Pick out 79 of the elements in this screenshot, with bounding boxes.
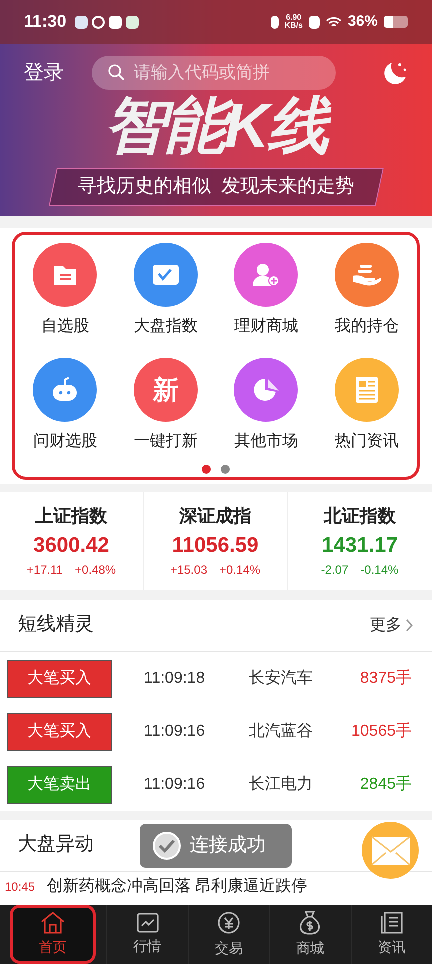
tab-item[interactable]: 交易 bbox=[188, 905, 270, 964]
signal-tag: 大笔买入 bbox=[7, 712, 112, 750]
shortcut-label: 自选股 bbox=[41, 316, 90, 337]
document-icon bbox=[378, 911, 405, 935]
news-time: 10:45 bbox=[5, 879, 36, 896]
trade-volume: 2845手 bbox=[360, 774, 412, 794]
section-title: 大盘异动 bbox=[18, 833, 94, 858]
chart-icon bbox=[136, 912, 160, 934]
tab-item[interactable]: 首页 bbox=[10, 905, 96, 964]
banner-subtitle: 寻找历史的相似 发现未来的走势 bbox=[78, 174, 354, 199]
shortcut-item[interactable]: 自选股 bbox=[15, 235, 116, 350]
news-headline: 创新药概念冲高回落 昂利康逼近跌停 bbox=[47, 876, 308, 897]
news-item[interactable]: 10:45 创新药概念冲高回落 昂利康逼近跌停 bbox=[0, 872, 432, 902]
signal-tag: 大笔卖出 bbox=[7, 766, 112, 804]
index-change: +17.11 bbox=[26, 562, 64, 580]
index-card[interactable]: 北证指数 1431.17 -2.07 -0.14% bbox=[288, 492, 432, 590]
shortcut-item[interactable]: 大盘指数 bbox=[116, 235, 216, 350]
wifi-icon bbox=[326, 16, 342, 28]
app-notification-icon bbox=[92, 16, 105, 28]
index-name: 深证成指 bbox=[180, 504, 252, 528]
shortcut-item[interactable]: 我的持仓 bbox=[316, 235, 417, 350]
shortcut-item[interactable]: 问财选股 bbox=[15, 350, 116, 465]
signal-time: 11:09:16 bbox=[144, 722, 206, 742]
tab-item[interactable]: 商城 bbox=[269, 905, 351, 964]
money-bag-icon bbox=[298, 910, 322, 936]
shortcut-item[interactable]: 理财商城 bbox=[216, 235, 316, 350]
shortcut-label: 理财商城 bbox=[234, 316, 298, 337]
app-notification-icon bbox=[126, 16, 139, 28]
toast-text: 连接成功 bbox=[190, 834, 266, 858]
shortcut-item[interactable]: 热门资讯 bbox=[316, 350, 417, 465]
shortcut-item[interactable]: 新 一键打新 bbox=[116, 350, 216, 465]
app-notification-icon bbox=[74, 16, 88, 28]
shortcut-label: 其他市场 bbox=[234, 432, 298, 452]
index-card[interactable]: 深证成指 11056.59 +15.03 +0.14% bbox=[144, 492, 288, 590]
more-link[interactable]: 更多 bbox=[370, 614, 414, 638]
tab-item[interactable]: 资讯 bbox=[350, 905, 432, 964]
yen-icon bbox=[216, 910, 242, 936]
stock-name: 长安汽车 bbox=[249, 668, 313, 688]
index-percent: +0.14% bbox=[220, 562, 261, 580]
stock-name: 北汽蓝谷 bbox=[249, 722, 313, 742]
net-speed-text: 6.90 bbox=[286, 14, 302, 22]
envelope-icon bbox=[370, 836, 410, 866]
stock-name: 长江电力 bbox=[249, 774, 313, 794]
net-unit-text: KB/s bbox=[284, 22, 303, 30]
signal-time: 11:09:18 bbox=[144, 668, 206, 688]
shortcut-item[interactable]: 其他市场 bbox=[216, 350, 316, 465]
shortcut-label: 问财选股 bbox=[33, 432, 98, 452]
index-change: +15.03 bbox=[170, 562, 208, 580]
checkmark-screen-icon bbox=[150, 262, 181, 288]
check-icon bbox=[152, 831, 182, 861]
index-value: 3600.42 bbox=[34, 532, 110, 559]
hand-coins-icon bbox=[350, 262, 383, 288]
index-name: 北证指数 bbox=[324, 504, 396, 528]
index-change: -2.07 bbox=[321, 562, 349, 580]
index-card[interactable]: 上证指数 3600.42 +17.11 +0.48% bbox=[0, 492, 144, 590]
index-percent: -0.14% bbox=[360, 562, 399, 580]
index-value: 11056.59 bbox=[172, 532, 259, 559]
add-user-icon bbox=[251, 261, 282, 289]
index-value: 1431.17 bbox=[322, 532, 398, 559]
signal-tag: 大笔买入 bbox=[7, 660, 112, 698]
index-percent: +0.48% bbox=[75, 562, 116, 580]
index-name: 上证指数 bbox=[36, 504, 108, 528]
home-icon bbox=[40, 911, 66, 935]
tab-item[interactable]: 行情 bbox=[106, 905, 188, 964]
trade-volume: 10565手 bbox=[352, 722, 412, 742]
battery-icon bbox=[384, 16, 408, 28]
battery-text: 36% bbox=[348, 12, 378, 32]
login-link[interactable]: 登录 bbox=[24, 58, 76, 88]
clock-text: 11:30 bbox=[24, 11, 67, 34]
shortcut-label: 一键打新 bbox=[134, 432, 198, 452]
shortcut-label: 大盘指数 bbox=[134, 316, 198, 337]
new-glyph: 新 bbox=[152, 377, 179, 403]
shortcut-label: 热门资讯 bbox=[334, 432, 399, 452]
trade-volume: 8375手 bbox=[360, 668, 412, 688]
shortcut-label: 我的持仓 bbox=[334, 316, 399, 337]
section-title: 短线精灵 bbox=[18, 613, 94, 638]
search-icon bbox=[108, 64, 125, 81]
chevron-icon bbox=[406, 619, 414, 632]
signal-time: 11:09:16 bbox=[144, 774, 206, 794]
